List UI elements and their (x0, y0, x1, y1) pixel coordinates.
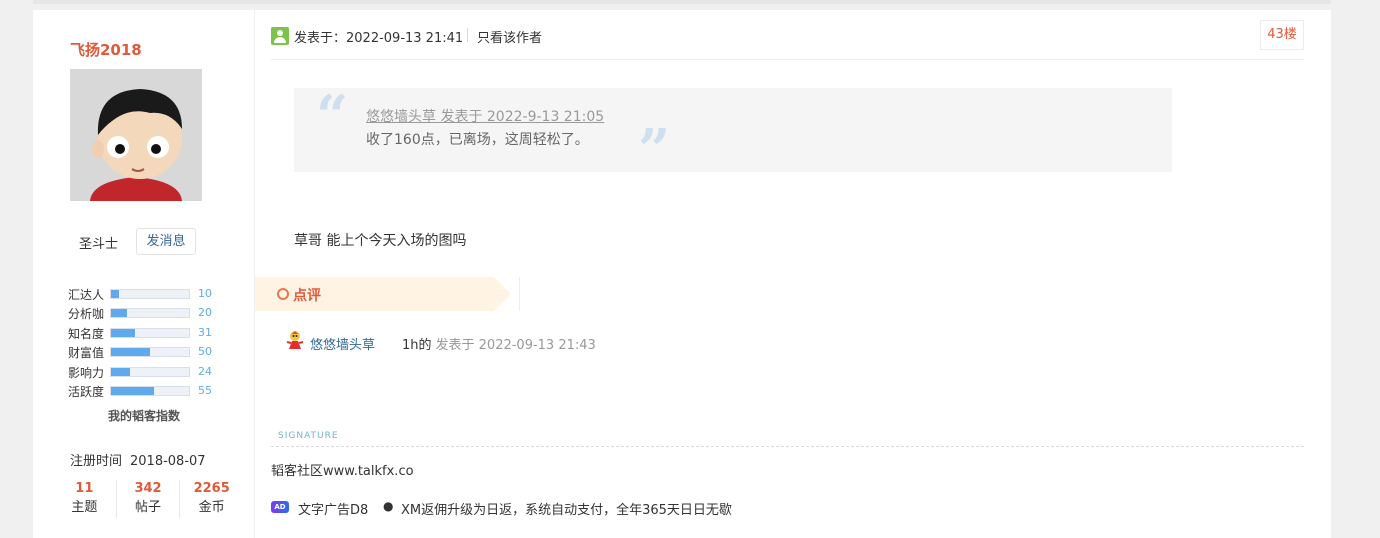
count-label: 帖子 (135, 500, 162, 515)
comment-section-tag: 点评 (255, 277, 511, 311)
stat-label: 知名度 (68, 326, 105, 341)
stat-value: 31 (198, 325, 212, 339)
register-label: 注册时间 (70, 454, 123, 469)
count-label: 金币 (198, 500, 225, 515)
stat-value: 50 (198, 345, 212, 359)
author-counts: 11 主题 342 帖子 2265 金币 (53, 480, 243, 518)
stat-row: 分析咖 20 (68, 303, 218, 322)
divider (519, 277, 520, 311)
stat-label: 影响力 (68, 365, 105, 380)
stat-bar (110, 385, 190, 396)
stat-fill (111, 386, 154, 395)
stat-row: 影响力 24 (68, 362, 218, 381)
circle-icon (277, 288, 289, 300)
ad-link[interactable]: XM返佣升级为日返，系统自动支付，全年365天日日无歇 (401, 499, 732, 518)
send-message-button[interactable]: 发消息 (136, 228, 196, 255)
stat-row: 知名度 31 (68, 323, 218, 342)
floor-number-link[interactable]: 43楼 (1260, 20, 1304, 50)
stat-bar (110, 308, 190, 319)
avatar[interactable] (70, 69, 202, 201)
quote-open-icon: “ (316, 83, 349, 149)
quote-block: “ 悠悠墙头草 发表于 2022-9-13 21:05 收了160点，已离场，这… (294, 83, 1172, 180)
stat-bar (110, 347, 190, 358)
count-topics[interactable]: 11 主题 (53, 480, 117, 518)
bullet-icon: ● (383, 499, 394, 513)
only-author-link[interactable]: 只看该作者 (477, 27, 542, 46)
stat-row: 活跃度 55 (68, 381, 218, 400)
count-number: 342 (134, 481, 162, 496)
stat-label: 分析咖 (68, 307, 105, 322)
stat-bar (110, 289, 190, 299)
index-title: 我的韬客指数 (107, 409, 180, 423)
signature-label: SIGNATURE (278, 431, 339, 441)
top-strip (33, 0, 1331, 4)
signature-text: 韬客社区www.talkfx.co (271, 464, 414, 479)
stat-value: 24 (198, 364, 212, 378)
ad-icon: AD (271, 501, 289, 513)
stat-fill (111, 367, 130, 376)
stat-row: 汇达人 10 (68, 284, 218, 303)
user-online-icon (271, 27, 289, 45)
signature-divider (271, 446, 1304, 447)
stat-bar (110, 327, 190, 338)
stat-value: 55 (198, 383, 212, 397)
comment-text: 1h的 (402, 338, 432, 353)
stat-value: 20 (198, 306, 212, 320)
commenter-avatar-icon[interactable] (286, 330, 304, 350)
register-info: 注册时间 2018-08-07 (70, 450, 206, 469)
comment-time: 发表于 2022-09-13 21:43 (435, 338, 596, 353)
author-stats: 汇达人 10 分析咖 20 知名度 31 财富值 50 影响力 24 活跃度 5… (68, 284, 218, 400)
ad-label[interactable]: 文字广告D8 (298, 499, 368, 518)
quote-text: 收了160点，已离场，这周轻松了。 (366, 132, 589, 148)
quote-close-icon: ” (638, 117, 671, 183)
count-number: 11 (75, 481, 94, 496)
stat-fill (111, 328, 136, 337)
post-time: 发表于：2022-09-13 21:41 (294, 31, 464, 46)
stat-label: 汇达人 (68, 288, 105, 302)
author-rank: 圣斗士 (79, 237, 119, 252)
post-header: 发表于：2022-09-13 21:41 只看该作者 43楼 (271, 20, 1304, 60)
stat-fill (111, 348, 150, 357)
divider (467, 28, 468, 42)
stat-label: 财富值 (68, 346, 105, 361)
count-posts[interactable]: 342 帖子 (117, 480, 181, 518)
stat-fill (111, 290, 119, 298)
comment-content: 1h的 发表于 2022-09-13 21:43 (402, 334, 596, 353)
stat-row: 财富值 50 (68, 342, 218, 361)
author-username[interactable]: 飞扬2018 (70, 39, 142, 60)
commenter-username[interactable]: 悠悠墙头草 (310, 334, 375, 353)
stat-label: 活跃度 (68, 384, 105, 399)
post-body: 草哥 能上个今天入场的图吗 (294, 233, 467, 249)
stat-fill (111, 309, 127, 318)
stat-bar (110, 366, 190, 377)
post-main: 发表于：2022-09-13 21:41 只看该作者 43楼 “ 悠悠墙头草 发… (255, 10, 1331, 538)
avatar-cartoon-icon (70, 69, 202, 201)
count-coins[interactable]: 2265 金币 (180, 480, 243, 518)
register-date: 2018-08-07 (130, 454, 206, 469)
stat-value: 10 (198, 287, 212, 300)
quote-author-link[interactable]: 悠悠墙头草 发表于 2022-9-13 21:05 (366, 106, 604, 126)
comment-section-label: 点评 (293, 288, 321, 304)
count-number: 2265 (193, 481, 230, 496)
post-card: 飞扬2018 圣斗士 发消息 汇达人 10 分析咖 20 知名度 31 财富值 … (33, 10, 1331, 538)
author-sidebar: 飞扬2018 圣斗士 发消息 汇达人 10 分析咖 20 知名度 31 财富值 … (33, 10, 255, 538)
count-label: 主题 (71, 500, 98, 515)
